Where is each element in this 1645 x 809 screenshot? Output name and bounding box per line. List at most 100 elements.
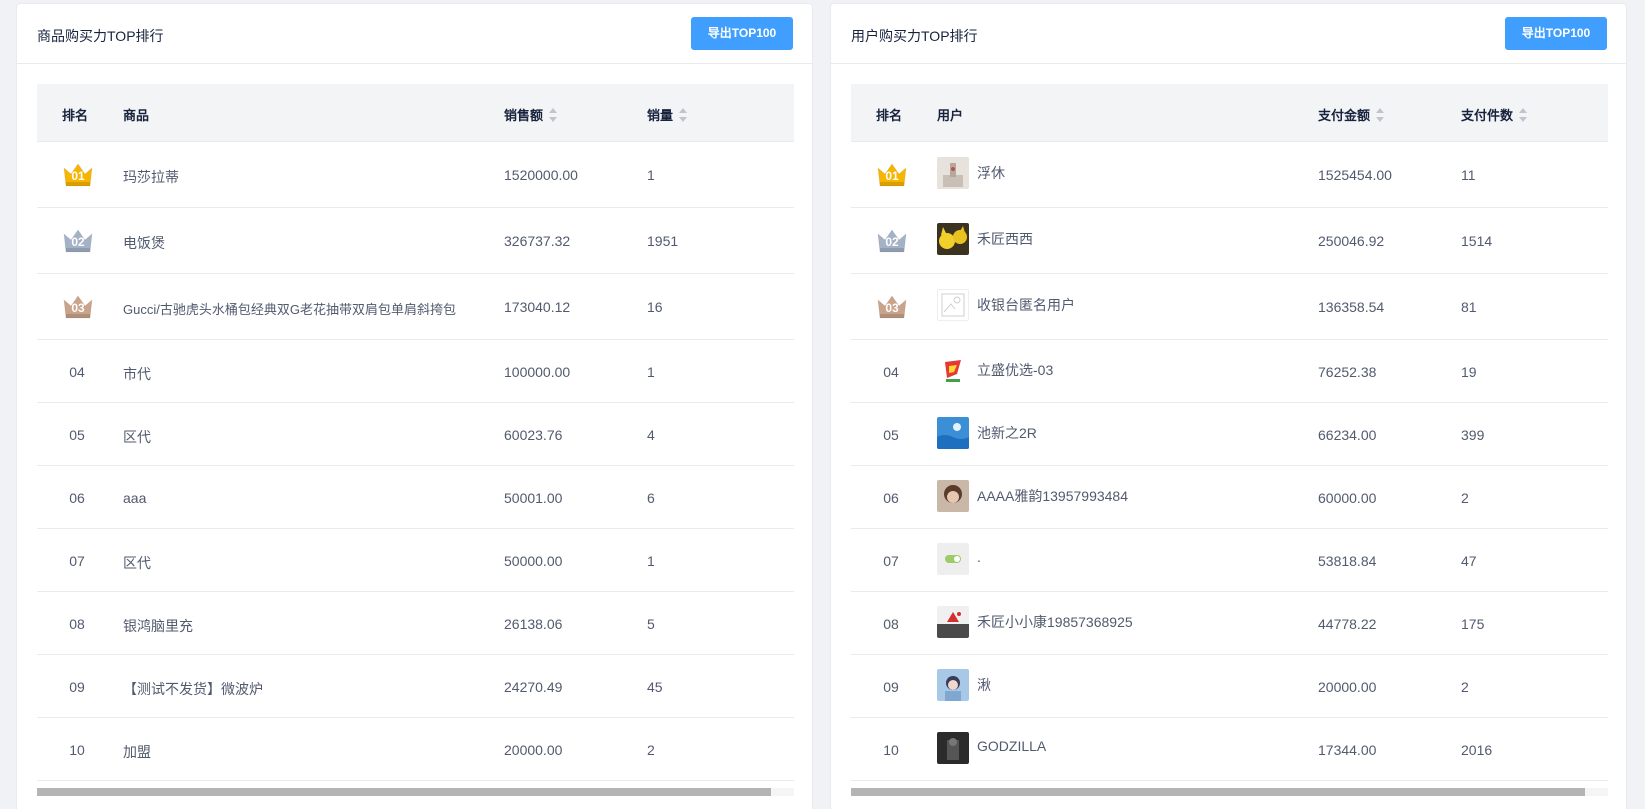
amount-value: 60000.00 (1318, 489, 1377, 506)
export-top100-button[interactable]: 导出TOP100 (691, 17, 793, 50)
scrollbar-thumb[interactable] (37, 788, 772, 796)
table-row: 07 区代 50000.00 1 (37, 529, 794, 592)
product-name: 【测试不发货】微波炉 (123, 680, 263, 697)
column-sales[interactable]: 销售额 (504, 105, 558, 124)
panel-title: 用户购买力TOP排行 (851, 28, 978, 44)
scrollbar-thumb[interactable] (851, 788, 1586, 796)
rank-number: 10 (69, 741, 85, 758)
qty-value: 2 (647, 741, 655, 758)
rank-number: 02 (71, 235, 85, 249)
user-name: . (977, 548, 981, 565)
rank-number: 09 (69, 678, 85, 695)
column-amount[interactable]: 支付金额 (1318, 105, 1385, 124)
silver-crown-icon: 02 (62, 228, 94, 254)
column-rank: 排名 (876, 108, 903, 123)
user-name: 湫 (977, 676, 991, 693)
qty-value: 1 (647, 167, 655, 183)
column-product: 商品 (123, 108, 150, 123)
table-row: 02 电饭煲 326737.32 1951 (37, 208, 794, 274)
table-row: 05 池新之2R 66234.00 399 (851, 403, 1608, 466)
rank-number: 07 (69, 552, 85, 569)
amount-value: 20000.00 (1318, 678, 1377, 695)
horizontal-scrollbar[interactable] (851, 788, 1608, 796)
count-value: 81 (1461, 299, 1477, 315)
panel-title: 商品购买力TOP排行 (37, 28, 164, 44)
column-rank: 排名 (62, 108, 89, 123)
qty-value: 1 (647, 552, 655, 569)
table-row: 09 【测试不发货】微波炉 24270.49 45 (37, 655, 794, 718)
user-name: 收银台匿名用户 (977, 297, 1075, 313)
gold-crown-icon: 01 (876, 162, 908, 188)
column-count-label: 支付件数 (1461, 108, 1514, 123)
table-body: 01 玛莎拉蒂 1520000.00 1 02 电饭煲 326737.32 1951 03 Guc… (37, 142, 794, 781)
export-top100-button[interactable]: 导出TOP100 (1505, 17, 1607, 50)
rank-number: 05 (883, 426, 899, 443)
count-value: 2016 (1461, 741, 1493, 758)
avatar (937, 668, 969, 701)
user-name: GODZILLA (977, 737, 1047, 754)
count-value: 19 (1461, 363, 1477, 380)
rank-number: 03 (71, 301, 85, 315)
user-ranking-panel: 用户购买力TOP排行 导出TOP100 排名 用户 支付金额 支付件数 01 浮休… (830, 3, 1627, 809)
sales-value: 50001.00 (504, 489, 563, 506)
table-row: 08 禾匠小小康19857368925 44778.22 175 (851, 592, 1608, 655)
sort-icon[interactable] (1519, 107, 1528, 122)
avatar (937, 416, 969, 449)
table-row: 02 禾匠西西 250046.92 1514 (851, 208, 1608, 274)
sales-value: 20000.00 (504, 741, 563, 758)
amount-value: 53818.84 (1318, 552, 1377, 569)
rank-number: 04 (883, 363, 899, 380)
qty-value: 5 (647, 615, 655, 632)
sales-value: 326737.32 (504, 233, 571, 249)
panel-header: 商品购买力TOP排行 导出TOP100 (17, 4, 812, 64)
rank-number: 04 (69, 363, 85, 380)
count-value: 399 (1461, 426, 1485, 443)
amount-value: 17344.00 (1318, 741, 1377, 758)
sales-value: 1520000.00 (504, 167, 578, 183)
user-name: AAAA雅韵13957993484 (977, 487, 1128, 504)
rank-number: 05 (69, 426, 85, 443)
table-row: 03 Gucci/古驰虎头水桶包经典双G老花抽带双肩包单肩斜挎包 173040.12… (37, 274, 794, 340)
table-row: 01 浮休 1525454.00 11 (851, 142, 1608, 208)
amount-value: 136358.54 (1318, 299, 1385, 315)
count-value: 11 (1461, 167, 1476, 183)
table-header: 排名 用户 支付金额 支付件数 (851, 84, 1608, 142)
column-amount-label: 支付金额 (1318, 108, 1371, 123)
table-row: 10 加盟 20000.00 2 (37, 718, 794, 781)
table-row: 04 市代 100000.00 1 (37, 340, 794, 403)
product-name: 加盟 (123, 743, 151, 760)
sales-value: 50000.00 (504, 552, 563, 569)
column-count[interactable]: 支付件数 (1461, 105, 1528, 124)
sort-icon[interactable] (679, 107, 688, 122)
sales-value: 26138.06 (504, 615, 563, 632)
table-row: 06 AAAA雅韵13957993484 60000.00 2 (851, 466, 1608, 529)
rank-number: 01 (71, 169, 85, 183)
column-qty[interactable]: 销量 (647, 105, 688, 124)
rank-number: 06 (883, 489, 899, 506)
sales-value: 24270.49 (504, 678, 563, 695)
product-ranking-panel: 商品购买力TOP排行 导出TOP100 排名 商品 销售额 销量 01 玛莎拉蒂 1… (16, 3, 813, 809)
table-row: 09 湫 20000.00 2 (851, 655, 1608, 718)
sort-icon[interactable] (549, 107, 558, 122)
rank-number: 08 (69, 615, 85, 632)
user-name: 禾匠小小康19857368925 (977, 613, 1133, 630)
column-qty-label: 销量 (647, 108, 674, 123)
table-row: 08 银鸿脑里充 26138.06 5 (37, 592, 794, 655)
table-header: 排名 商品 销售额 销量 (37, 84, 794, 142)
avatar (937, 479, 969, 512)
avatar (937, 289, 969, 321)
sort-icon[interactable] (1376, 107, 1385, 122)
user-name: 池新之2R (977, 424, 1037, 441)
horizontal-scrollbar[interactable] (37, 788, 794, 796)
product-name: 玛莎拉蒂 (123, 169, 179, 185)
avatar (937, 157, 969, 189)
bronze-crown-icon: 03 (62, 294, 94, 320)
amount-value: 66234.00 (1318, 426, 1377, 443)
avatar (937, 542, 969, 575)
table-row: 06 aaa 50001.00 6 (37, 466, 794, 529)
count-value: 2 (1461, 489, 1469, 506)
user-name: 浮休 (977, 165, 1005, 181)
amount-value: 1525454.00 (1318, 167, 1392, 183)
avatar (937, 223, 969, 255)
avatar (937, 353, 969, 386)
